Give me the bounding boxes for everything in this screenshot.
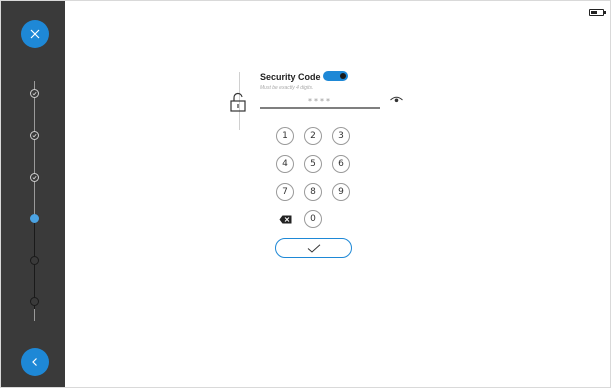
unlocked-padlock-icon bbox=[230, 92, 246, 112]
step-1-complete[interactable] bbox=[30, 89, 39, 98]
key-8[interactable]: 8 bbox=[304, 183, 322, 201]
check-icon bbox=[32, 91, 37, 96]
key-1[interactable]: 1 bbox=[276, 127, 294, 145]
sidebar bbox=[1, 1, 65, 387]
battery-icon bbox=[589, 9, 606, 16]
step-2-complete[interactable] bbox=[30, 131, 39, 140]
step-4-current[interactable] bbox=[30, 214, 39, 223]
back-button[interactable] bbox=[21, 348, 49, 376]
checkmark-icon bbox=[307, 243, 320, 253]
chevron-left-icon bbox=[32, 358, 37, 366]
key-4[interactable]: 4 bbox=[276, 155, 294, 173]
step-3-complete[interactable] bbox=[30, 173, 39, 182]
key-3[interactable]: 3 bbox=[332, 127, 350, 145]
security-code-input[interactable] bbox=[260, 95, 380, 109]
key-0[interactable]: 0 bbox=[304, 210, 322, 228]
toggle-knob bbox=[340, 73, 346, 79]
eye-icon[interactable] bbox=[390, 96, 403, 104]
backspace-icon bbox=[279, 215, 291, 223]
security-code-toggle[interactable] bbox=[323, 71, 348, 81]
backspace-button[interactable] bbox=[276, 210, 294, 228]
check-icon bbox=[32, 175, 37, 180]
close-button[interactable] bbox=[21, 20, 49, 48]
security-code-hint: Must be exactly 4 digits. bbox=[260, 85, 314, 91]
close-icon bbox=[30, 29, 40, 39]
check-icon bbox=[32, 133, 37, 138]
step-6-pending[interactable] bbox=[30, 297, 39, 306]
key-6[interactable]: 6 bbox=[332, 155, 350, 173]
key-7[interactable]: 7 bbox=[276, 183, 294, 201]
security-code-label: Security Code bbox=[260, 72, 321, 82]
key-9[interactable]: 9 bbox=[332, 183, 350, 201]
confirm-button[interactable] bbox=[275, 238, 352, 258]
step-5-pending[interactable] bbox=[30, 256, 39, 265]
key-5[interactable]: 5 bbox=[304, 155, 322, 173]
key-2[interactable]: 2 bbox=[304, 127, 322, 145]
